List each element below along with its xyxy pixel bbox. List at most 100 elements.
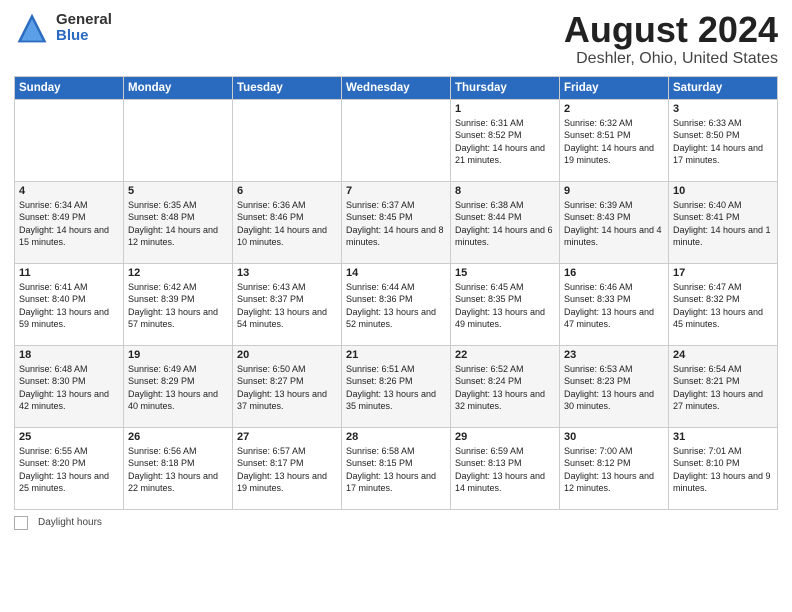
calendar-week-5: 25 Sunrise: 6:55 AM Sunset: 8:20 PM Dayli… — [15, 427, 778, 509]
day-number: 26 — [128, 431, 228, 443]
day-number: 6 — [237, 185, 337, 197]
day-info: Sunrise: 6:53 AM Sunset: 8:23 PM Dayligh… — [564, 363, 664, 413]
calendar-cell: 6 Sunrise: 6:36 AM Sunset: 8:46 PM Daylig… — [233, 181, 342, 263]
logo-general: General — [56, 12, 112, 29]
footer-box — [14, 516, 28, 530]
day-info: Sunrise: 6:47 AM Sunset: 8:32 PM Dayligh… — [673, 281, 773, 331]
calendar-cell — [342, 99, 451, 181]
day-number: 17 — [673, 267, 773, 279]
day-number: 15 — [455, 267, 555, 279]
calendar-week-4: 18Sunrise: 6:48 AM Sunset: 8:30 PM Dayli… — [15, 345, 778, 427]
day-info: Sunrise: 6:57 AM Sunset: 8:17 PM Dayligh… — [237, 445, 337, 495]
day-number: 30 — [564, 431, 664, 443]
day-number: 24 — [673, 349, 773, 361]
day-number: 8 — [455, 185, 555, 197]
day-number: 28 — [346, 431, 446, 443]
day-info: Sunrise: 6:35 AM Sunset: 8:48 PM Dayligh… — [128, 199, 228, 249]
day-info: Sunrise: 6:55 AM Sunset: 8:20 PM Dayligh… — [19, 445, 119, 495]
calendar-cell: 4Sunrise: 6:34 AM Sunset: 8:49 PM Daylig… — [15, 181, 124, 263]
calendar-header-sunday: Sunday — [15, 76, 124, 99]
calendar-cell: 10 Sunrise: 6:40 AM Sunset: 8:41 PM Dayli… — [669, 181, 778, 263]
calendar-cell: 8 Sunrise: 6:38 AM Sunset: 8:44 PM Daylig… — [451, 181, 560, 263]
day-info: Sunrise: 6:40 AM Sunset: 8:41 PM Dayligh… — [673, 199, 773, 249]
calendar-cell: 28 Sunrise: 6:58 AM Sunset: 8:15 PM Dayli… — [342, 427, 451, 509]
day-number: 23 — [564, 349, 664, 361]
calendar-week-2: 4Sunrise: 6:34 AM Sunset: 8:49 PM Daylig… — [15, 181, 778, 263]
day-number: 14 — [346, 267, 446, 279]
day-number: 25 — [19, 431, 119, 443]
calendar-header-wednesday: Wednesday — [342, 76, 451, 99]
footer: Daylight hours — [14, 516, 778, 530]
calendar-cell: 11Sunrise: 6:41 AM Sunset: 8:40 PM Dayli… — [15, 263, 124, 345]
day-info: Sunrise: 6:58 AM Sunset: 8:15 PM Dayligh… — [346, 445, 446, 495]
calendar-cell: 21Sunrise: 6:51 AM Sunset: 8:26 PM Dayli… — [342, 345, 451, 427]
day-number: 11 — [19, 267, 119, 279]
day-number: 27 — [237, 431, 337, 443]
day-info: Sunrise: 6:48 AM Sunset: 8:30 PM Dayligh… — [19, 363, 119, 413]
calendar-header-tuesday: Tuesday — [233, 76, 342, 99]
calendar-cell: 31 Sunrise: 7:01 AM Sunset: 8:10 PM Dayli… — [669, 427, 778, 509]
day-info: Sunrise: 6:39 AM Sunset: 8:43 PM Dayligh… — [564, 199, 664, 249]
day-number: 5 — [128, 185, 228, 197]
calendar-header-monday: Monday — [124, 76, 233, 99]
calendar-cell: 3 Sunrise: 6:33 AM Sunset: 8:50 PM Daylig… — [669, 99, 778, 181]
day-number: 3 — [673, 103, 773, 115]
calendar-cell: 15 Sunrise: 6:45 AM Sunset: 8:35 PM Dayli… — [451, 263, 560, 345]
day-info: Sunrise: 6:43 AM Sunset: 8:37 PM Dayligh… — [237, 281, 337, 331]
calendar-cell: 30 Sunrise: 7:00 AM Sunset: 8:12 PM Dayli… — [560, 427, 669, 509]
day-info: Sunrise: 7:00 AM Sunset: 8:12 PM Dayligh… — [564, 445, 664, 495]
day-number: 13 — [237, 267, 337, 279]
day-number: 4 — [19, 185, 119, 197]
calendar-header-saturday: Saturday — [669, 76, 778, 99]
calendar-cell: 26Sunrise: 6:56 AM Sunset: 8:18 PM Dayli… — [124, 427, 233, 509]
day-info: Sunrise: 6:38 AM Sunset: 8:44 PM Dayligh… — [455, 199, 555, 249]
calendar-cell: 2 Sunrise: 6:32 AM Sunset: 8:51 PM Daylig… — [560, 99, 669, 181]
location-title: Deshler, Ohio, United States — [564, 50, 778, 68]
day-number: 10 — [673, 185, 773, 197]
calendar-week-3: 11Sunrise: 6:41 AM Sunset: 8:40 PM Dayli… — [15, 263, 778, 345]
calendar-cell: 17 Sunrise: 6:47 AM Sunset: 8:32 PM Dayli… — [669, 263, 778, 345]
day-info: Sunrise: 6:36 AM Sunset: 8:46 PM Dayligh… — [237, 199, 337, 249]
day-info: Sunrise: 6:45 AM Sunset: 8:35 PM Dayligh… — [455, 281, 555, 331]
calendar-cell: 27 Sunrise: 6:57 AM Sunset: 8:17 PM Dayli… — [233, 427, 342, 509]
calendar: SundayMondayTuesdayWednesdayThursdayFrid… — [14, 76, 778, 510]
calendar-week-1: 1 Sunrise: 6:31 AM Sunset: 8:52 PM Daylig… — [15, 99, 778, 181]
day-number: 12 — [128, 267, 228, 279]
day-number: 2 — [564, 103, 664, 115]
calendar-cell: 29Sunrise: 6:59 AM Sunset: 8:13 PM Dayli… — [451, 427, 560, 509]
day-number: 1 — [455, 103, 555, 115]
title-block: August 2024 Deshler, Ohio, United States — [564, 10, 778, 68]
calendar-cell: 1 Sunrise: 6:31 AM Sunset: 8:52 PM Daylig… — [451, 99, 560, 181]
calendar-cell: 5 Sunrise: 6:35 AM Sunset: 8:48 PM Daylig… — [124, 181, 233, 263]
footer-label: Daylight hours — [38, 517, 102, 528]
day-info: Sunrise: 7:01 AM Sunset: 8:10 PM Dayligh… — [673, 445, 773, 495]
calendar-header-row: SundayMondayTuesdayWednesdayThursdayFrid… — [15, 76, 778, 99]
day-info: Sunrise: 6:31 AM Sunset: 8:52 PM Dayligh… — [455, 117, 555, 167]
day-number: 16 — [564, 267, 664, 279]
calendar-cell: 20 Sunrise: 6:50 AM Sunset: 8:27 PM Dayli… — [233, 345, 342, 427]
day-info: Sunrise: 6:33 AM Sunset: 8:50 PM Dayligh… — [673, 117, 773, 167]
day-info: Sunrise: 6:44 AM Sunset: 8:36 PM Dayligh… — [346, 281, 446, 331]
calendar-cell — [233, 99, 342, 181]
day-info: Sunrise: 6:52 AM Sunset: 8:24 PM Dayligh… — [455, 363, 555, 413]
calendar-cell: 22 Sunrise: 6:52 AM Sunset: 8:24 PM Dayli… — [451, 345, 560, 427]
day-number: 9 — [564, 185, 664, 197]
day-number: 20 — [237, 349, 337, 361]
logo-text: General Blue — [56, 12, 112, 45]
day-number: 31 — [673, 431, 773, 443]
logo-blue: Blue — [56, 28, 112, 45]
day-number: 7 — [346, 185, 446, 197]
calendar-cell: 23 Sunrise: 6:53 AM Sunset: 8:23 PM Dayli… — [560, 345, 669, 427]
logo: General Blue — [14, 10, 112, 46]
day-number: 22 — [455, 349, 555, 361]
calendar-cell: 18Sunrise: 6:48 AM Sunset: 8:30 PM Dayli… — [15, 345, 124, 427]
day-info: Sunrise: 6:32 AM Sunset: 8:51 PM Dayligh… — [564, 117, 664, 167]
calendar-cell: 19Sunrise: 6:49 AM Sunset: 8:29 PM Dayli… — [124, 345, 233, 427]
day-info: Sunrise: 6:46 AM Sunset: 8:33 PM Dayligh… — [564, 281, 664, 331]
calendar-cell — [15, 99, 124, 181]
day-number: 21 — [346, 349, 446, 361]
calendar-cell: 13 Sunrise: 6:43 AM Sunset: 8:37 PM Dayli… — [233, 263, 342, 345]
day-info: Sunrise: 6:50 AM Sunset: 8:27 PM Dayligh… — [237, 363, 337, 413]
calendar-header-friday: Friday — [560, 76, 669, 99]
day-info: Sunrise: 6:54 AM Sunset: 8:21 PM Dayligh… — [673, 363, 773, 413]
